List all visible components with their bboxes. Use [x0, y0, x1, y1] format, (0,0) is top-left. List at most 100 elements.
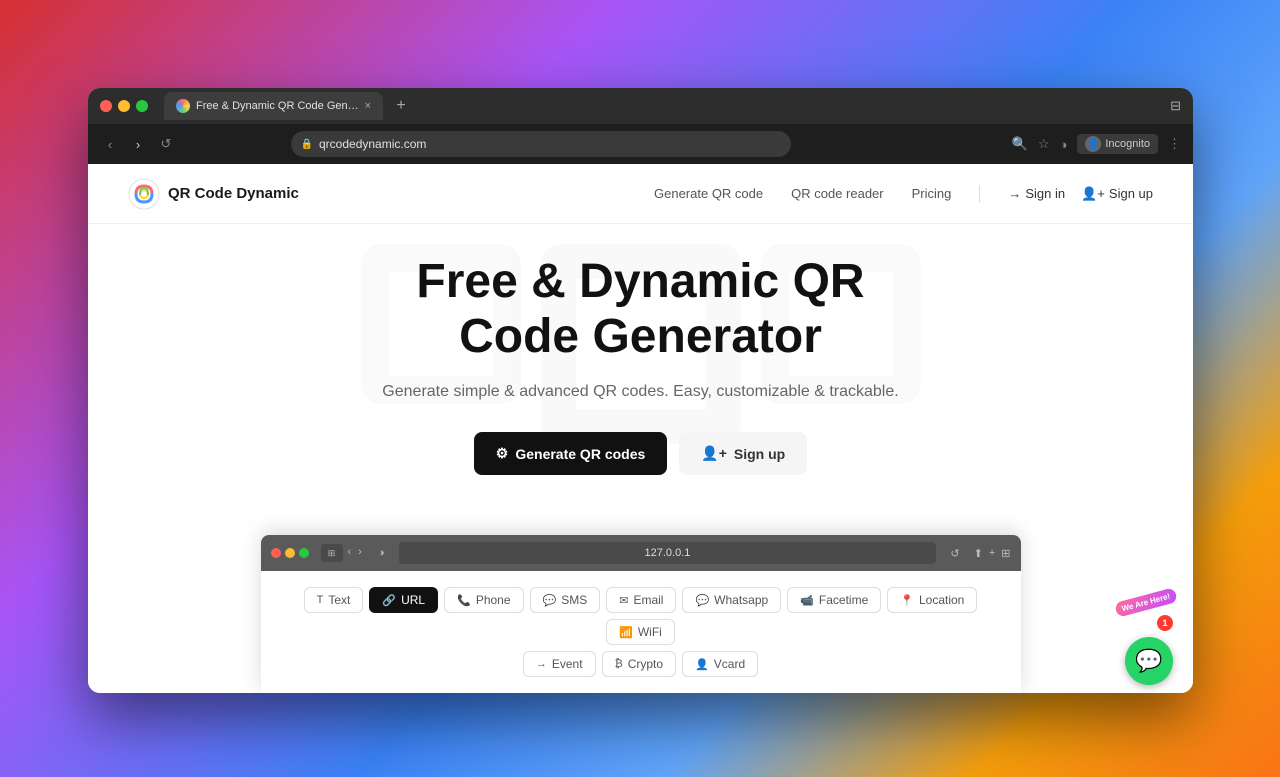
chat-button[interactable]: 💬: [1125, 637, 1173, 685]
event-icon: →: [536, 658, 547, 670]
tab-vcard[interactable]: 👤 Vcard: [682, 651, 758, 677]
tab-vcard-label: Vcard: [714, 657, 745, 671]
address-bar-right-controls: 🔍 ☆ ◑ 👤 Incognito ⋮: [1012, 134, 1181, 154]
bookmark-icon[interactable]: ☆: [1038, 136, 1050, 152]
traffic-lights: [100, 100, 148, 112]
nav-qr-reader[interactable]: QR code reader: [791, 186, 884, 201]
forward-button[interactable]: ›: [128, 137, 148, 152]
menu-icon[interactable]: ⋮: [1168, 136, 1181, 152]
sms-icon: 💬: [543, 594, 557, 607]
tab-event[interactable]: → Event: [523, 651, 596, 677]
text-icon: T: [317, 594, 324, 606]
generate-icon: ⚙: [496, 445, 509, 462]
inner-close-button[interactable]: [271, 548, 281, 558]
theme-icon[interactable]: ◑: [1059, 137, 1067, 152]
tab-whatsapp[interactable]: 💬 Whatsapp: [682, 587, 781, 613]
inner-address-field[interactable]: 127.0.0.1: [399, 542, 937, 564]
logo-area[interactable]: QR Code Dynamic: [128, 178, 299, 210]
nav-links: Generate QR code QR code reader Pricing …: [654, 185, 1153, 203]
generate-qr-button[interactable]: ⚙ Generate QR codes: [474, 432, 668, 475]
phone-icon: 📞: [457, 594, 471, 607]
tab-phone-label: Phone: [476, 593, 511, 607]
tab-url-label: URL: [401, 593, 425, 607]
tab-text-label: Text: [328, 593, 350, 607]
browser-address-bar: ‹ › ↺ 🔒 qrcodedynamic.com 🔍 ☆ ◑ 👤 Incogn…: [88, 124, 1193, 164]
inner-grid-icon[interactable]: ⊞: [1001, 547, 1010, 560]
profile-button[interactable]: 👤 Incognito: [1077, 134, 1158, 154]
crypto-icon: ₿: [615, 658, 623, 670]
qr-type-tabs-row2: → Event ₿ Crypto 👤 Vcard: [281, 651, 1001, 677]
vcard-icon: 👤: [695, 658, 709, 671]
url-text: qrcodedynamic.com: [319, 137, 426, 151]
nav-signup-button[interactable]: 👤+ Sign up: [1081, 186, 1153, 202]
profile-avatar-icon: 👤: [1085, 136, 1101, 152]
address-field[interactable]: 🔒 qrcodedynamic.com: [291, 131, 791, 157]
inner-add-icon[interactable]: +: [989, 547, 995, 560]
inner-minimize-button[interactable]: [285, 548, 295, 558]
logo-icon: [128, 178, 160, 210]
tab-location-label: Location: [919, 593, 964, 607]
nav-generate-qr[interactable]: Generate QR code: [654, 186, 763, 201]
inner-tabs-icon[interactable]: ⊞: [321, 544, 343, 562]
tab-close-button[interactable]: ×: [365, 100, 371, 112]
tab-facetime-label: Facetime: [819, 593, 868, 607]
maximize-window-button[interactable]: [136, 100, 148, 112]
reload-button[interactable]: ↺: [156, 136, 176, 152]
url-icon: 🔗: [382, 594, 396, 607]
tab-text[interactable]: T Text: [304, 587, 364, 613]
profile-label: Incognito: [1105, 138, 1150, 150]
inner-nav-buttons: ⊞ ‹ ›: [321, 544, 364, 562]
hero-signup-label: Sign up: [734, 446, 785, 462]
tab-event-label: Event: [552, 657, 583, 671]
minimize-window-button[interactable]: [118, 100, 130, 112]
nav-pricing[interactable]: Pricing: [912, 186, 952, 201]
whatsapp-icon: 💬: [695, 594, 709, 607]
inner-tab-icon: ⊞: [328, 548, 336, 559]
signin-label: Sign in: [1025, 186, 1065, 201]
tab-title: Free & Dynamic QR Code Gen…: [196, 100, 359, 112]
active-tab[interactable]: Free & Dynamic QR Code Gen… ×: [164, 92, 383, 120]
browser-window: Free & Dynamic QR Code Gen… × + ⊟ ‹ › ↺ …: [88, 88, 1193, 693]
tab-phone[interactable]: 📞 Phone: [444, 587, 523, 613]
tab-sms[interactable]: 💬 SMS: [530, 587, 601, 613]
tab-email-label: Email: [633, 593, 663, 607]
tab-crypto[interactable]: ₿ Crypto: [602, 651, 677, 677]
chat-widget[interactable]: We Are Here! 💬 1: [1093, 605, 1173, 685]
tab-favicon: [176, 99, 190, 113]
inner-share-icon[interactable]: ⬆: [974, 547, 983, 560]
inner-back-button[interactable]: ‹: [346, 544, 354, 562]
website-content: QR Code Dynamic Generate QR code QR code…: [88, 164, 1193, 693]
inner-reload-button[interactable]: ↺: [950, 547, 959, 560]
window-controls-right: ⊟: [1170, 98, 1181, 114]
hero-signup-button[interactable]: 👤+ Sign up: [679, 432, 807, 475]
inner-url: 127.0.0.1: [645, 547, 691, 559]
inner-browser-bar: ⊞ ‹ › ◑ 127.0.0.1 ↺ ⬆ + ⊞: [261, 535, 1021, 571]
new-tab-button[interactable]: +: [387, 92, 415, 120]
tab-url[interactable]: 🔗 URL: [369, 587, 438, 613]
tab-location[interactable]: 📍 Location: [887, 587, 977, 613]
inner-maximize-button[interactable]: [299, 548, 309, 558]
tab-crypto-label: Crypto: [628, 657, 663, 671]
inner-action-buttons: ⬆ + ⊞: [974, 547, 1011, 560]
hero-title: Free & Dynamic QR Code Generator: [381, 254, 901, 364]
qr-type-tabs-row1: T Text 🔗 URL 📞 Phone 💬: [281, 587, 1001, 645]
tab-facetime[interactable]: 📹 Facetime: [787, 587, 881, 613]
window-minimize-icon[interactable]: ⊟: [1170, 98, 1181, 114]
hero-content: Free & Dynamic QR Code Generator Generat…: [381, 254, 901, 475]
inner-traffic-lights: [271, 548, 309, 558]
chat-icon: 💬: [1135, 648, 1162, 674]
tab-wifi[interactable]: 📶 WiFi: [606, 619, 675, 645]
hero-buttons: ⚙ Generate QR codes 👤+ Sign up: [381, 432, 901, 475]
site-navbar: QR Code Dynamic Generate QR code QR code…: [88, 164, 1193, 224]
zoom-icon[interactable]: 🔍: [1012, 136, 1028, 152]
signin-button[interactable]: → Sign in: [1008, 186, 1065, 201]
inner-forward-button[interactable]: ›: [356, 544, 364, 562]
close-window-button[interactable]: [100, 100, 112, 112]
hero-signup-icon: 👤+: [701, 445, 727, 462]
facetime-icon: 📹: [800, 594, 814, 607]
tab-email[interactable]: ✉ Email: [606, 587, 676, 613]
hero-section: Free & Dynamic QR Code Generator Generat…: [88, 224, 1193, 693]
inner-theme-icon[interactable]: ◑: [378, 547, 385, 559]
back-button[interactable]: ‹: [100, 137, 120, 152]
tab-wifi-label: WiFi: [638, 625, 662, 639]
